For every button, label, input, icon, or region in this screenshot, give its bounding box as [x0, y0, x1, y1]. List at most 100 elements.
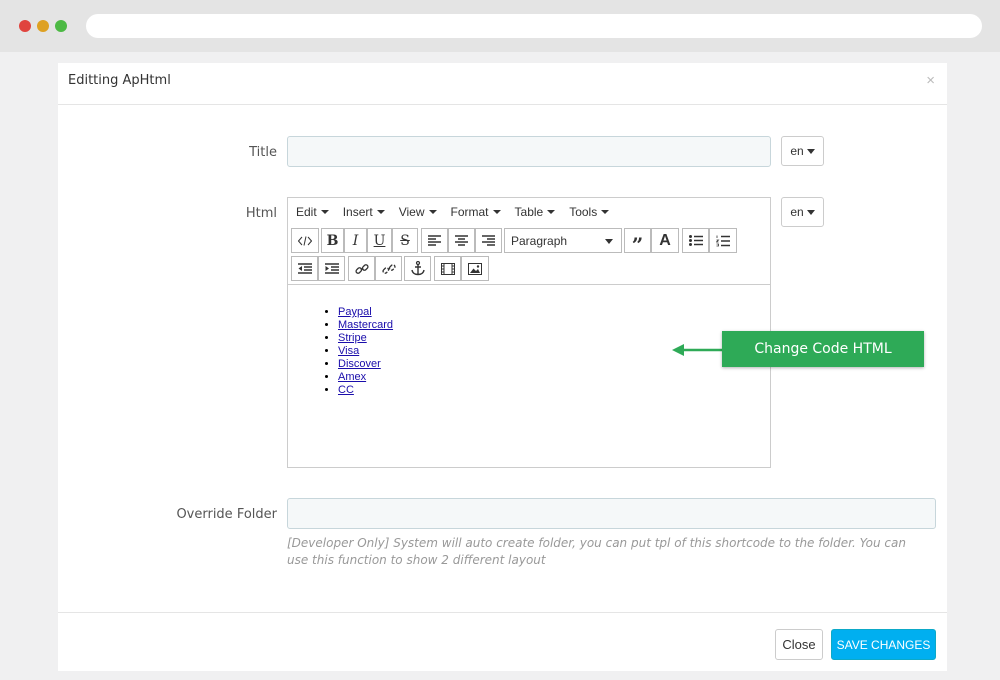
align-left-button[interactable]: [421, 228, 448, 253]
menu-label: Table: [514, 205, 544, 219]
strikethrough-button[interactable]: S: [392, 228, 418, 253]
menu-tools[interactable]: Tools: [569, 205, 610, 219]
blockquote-button[interactable]: ”: [624, 228, 651, 257]
title-language-dropdown[interactable]: en: [781, 136, 824, 166]
list-item: Paypal: [338, 306, 393, 319]
payment-links-list: Paypal Mastercard Stripe Visa Discover A…: [338, 306, 393, 397]
numbered-list-icon: [716, 235, 730, 246]
underline-button[interactable]: U: [367, 228, 392, 253]
italic-button[interactable]: I: [344, 228, 367, 253]
html-label: Html: [245, 206, 277, 221]
menu-edit[interactable]: Edit: [296, 205, 329, 219]
edit-modal: Editting ApHtml × Title en Html en Edit …: [58, 63, 947, 671]
anchor-button[interactable]: [404, 256, 431, 281]
align-center-button[interactable]: [448, 228, 475, 253]
modal-footer: Close SAVE CHANGES: [58, 612, 947, 671]
arrow-left-icon: [672, 344, 722, 356]
anchor-icon: [410, 261, 425, 276]
link-paypal[interactable]: Paypal: [338, 306, 372, 318]
image-icon: [468, 262, 482, 275]
chevron-down-icon: [376, 210, 385, 214]
menu-label: Insert: [342, 205, 373, 219]
source-code-button[interactable]: [291, 228, 319, 253]
chevron-down-icon: [547, 210, 556, 214]
link-amex[interactable]: Amex: [338, 371, 366, 383]
text-color-icon: A: [659, 231, 671, 249]
html-language-dropdown[interactable]: en: [781, 197, 824, 227]
title-label: Title: [249, 145, 277, 160]
numbered-list-button[interactable]: [709, 228, 737, 253]
modal-header: Editting ApHtml ×: [58, 63, 947, 105]
menu-format[interactable]: Format: [451, 205, 501, 219]
insert-image-button[interactable]: [461, 256, 489, 281]
unlink-icon: [381, 263, 396, 274]
bold-button[interactable]: B: [321, 228, 344, 253]
align-right-icon: [482, 235, 495, 246]
link-stripe[interactable]: Stripe: [338, 332, 367, 344]
block-format-value: Paragraph: [511, 233, 568, 248]
indent-icon: [324, 263, 339, 274]
blockquote-icon: ”: [631, 232, 644, 257]
editor-content-area[interactable]: Paypal Mastercard Stripe Visa Discover A…: [288, 286, 770, 467]
title-input[interactable]: [287, 136, 771, 167]
override-folder-help-text: [Developer Only] System will auto create…: [287, 536, 906, 567]
insert-media-button[interactable]: [434, 256, 461, 281]
media-icon: [440, 262, 455, 275]
link-mastercard[interactable]: Mastercard: [338, 319, 393, 331]
menu-view[interactable]: View: [399, 205, 437, 219]
address-bar[interactable]: [86, 14, 982, 38]
strikethrough-icon: S: [400, 232, 410, 249]
bold-icon: B: [326, 232, 339, 249]
override-folder-label: Override Folder: [176, 507, 277, 522]
chevron-down-icon: [601, 210, 610, 214]
list-item: Discover: [338, 358, 393, 371]
link-discover[interactable]: Discover: [338, 358, 381, 370]
link-icon: [354, 263, 369, 274]
title-language-label: en: [790, 144, 804, 158]
window-close-dot[interactable]: [19, 20, 31, 32]
list-item: CC: [338, 384, 393, 397]
save-changes-button[interactable]: SAVE CHANGES: [831, 629, 936, 660]
outdent-icon: [297, 263, 312, 274]
bullet-list-button[interactable]: [682, 228, 709, 253]
italic-icon: I: [352, 232, 359, 249]
window-maximize-dot[interactable]: [55, 20, 67, 32]
chevron-down-icon: [320, 210, 329, 214]
code-icon: [298, 235, 312, 246]
window-minimize-dot[interactable]: [37, 20, 49, 32]
chevron-down-icon: [806, 209, 815, 215]
menu-label: Format: [450, 205, 489, 219]
chevron-down-icon: [605, 239, 613, 244]
remove-link-button[interactable]: [375, 256, 402, 281]
close-button[interactable]: Close: [775, 629, 823, 660]
text-color-button[interactable]: A: [651, 228, 679, 253]
menu-table[interactable]: Table: [515, 205, 556, 219]
outdent-button[interactable]: [291, 256, 318, 281]
editor-toolbar: B I U S Paragraph ” A: [288, 226, 770, 285]
list-item: Mastercard: [338, 319, 393, 332]
menu-label: Tools: [569, 205, 598, 219]
chevron-down-icon: [806, 148, 815, 154]
menu-label: Edit: [296, 205, 317, 219]
chevron-down-icon: [428, 210, 437, 214]
align-left-icon: [428, 235, 441, 246]
rich-text-editor: Edit Insert View Format Table Tools B I …: [287, 197, 771, 468]
modal-title: Editting ApHtml: [68, 73, 171, 88]
link-visa[interactable]: Visa: [338, 345, 359, 357]
list-item: Stripe: [338, 332, 393, 345]
list-item: Amex: [338, 371, 393, 384]
html-language-label: en: [790, 205, 804, 219]
insert-link-button[interactable]: [348, 256, 375, 281]
editor-menubar: Edit Insert View Format Table Tools: [288, 198, 770, 226]
link-cc[interactable]: CC: [338, 384, 354, 396]
modal-close-icon[interactable]: ×: [926, 72, 935, 89]
menu-label: View: [398, 205, 425, 219]
block-format-select[interactable]: Paragraph: [504, 228, 622, 253]
browser-chrome: [0, 0, 1000, 52]
align-right-button[interactable]: [475, 228, 502, 253]
menu-insert[interactable]: Insert: [343, 205, 385, 219]
override-folder-input[interactable]: [287, 498, 936, 529]
chevron-down-icon: [492, 210, 501, 214]
change-code-callout: Change Code HTML: [722, 331, 924, 367]
indent-button[interactable]: [318, 256, 345, 281]
